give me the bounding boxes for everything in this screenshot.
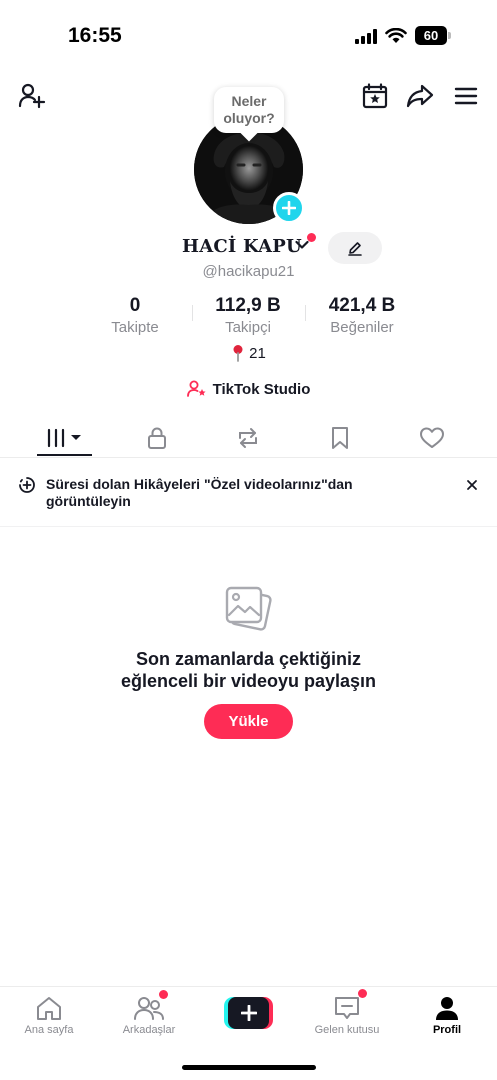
close-icon[interactable]: [465, 478, 479, 492]
nav-profile[interactable]: Profil: [402, 987, 492, 1047]
following-label: Takipte: [111, 319, 159, 336]
empty-title-line-1: Son zamanlarda çektiğiniz: [135, 649, 362, 669]
battery-level: 60: [415, 26, 447, 45]
likes-label: Beğeniler: [330, 319, 394, 336]
inbox-notification-dot: [358, 989, 367, 998]
wifi-icon: [385, 27, 407, 43]
home-icon: [37, 997, 61, 1020]
nav-inbox-label: Gelen kutusu: [314, 1024, 380, 1036]
tab-liked[interactable]: [402, 418, 462, 458]
banner-text: Süresi dolan Hikâyeleri "Özel videoların…: [46, 476, 353, 509]
grid-icon: [47, 428, 81, 448]
repost-icon: [239, 428, 257, 448]
create-button[interactable]: [224, 997, 273, 1029]
profile-name[interactable]: HACİ KAPU: [182, 236, 302, 257]
location-text: 21: [249, 344, 266, 362]
person-plus-icon: [18, 83, 46, 109]
name-row: HACİ KAPU: [0, 233, 497, 260]
bookmark-icon: [332, 427, 348, 449]
tab-reposts[interactable]: [218, 418, 278, 458]
nav-profile-label: Profil: [432, 1024, 462, 1036]
stat-divider: [192, 305, 193, 321]
plus-icon: [240, 1005, 257, 1021]
calendar-button[interactable]: [360, 82, 390, 110]
status-time: 16:55: [68, 24, 122, 47]
edit-profile-button[interactable]: [328, 232, 382, 264]
expired-stories-banner[interactable]: Süresi dolan Hikâyeleri "Özel videoların…: [0, 458, 497, 527]
nav-home-label: Ana sayfa: [24, 1024, 74, 1036]
followers-stat[interactable]: 112,9 B Takipçi: [203, 295, 293, 336]
likes-count: 421,4 B: [328, 295, 396, 316]
nav-friends[interactable]: Arkadaşlar: [104, 987, 194, 1047]
story-add-icon: [19, 477, 35, 493]
photos-icon: [225, 586, 272, 631]
nav-inbox[interactable]: Gelen kutusu: [302, 987, 392, 1047]
nav-friends-label: Arkadaşlar: [122, 1024, 176, 1036]
following-count: 0: [129, 295, 141, 316]
friends-notification-dot: [159, 990, 168, 999]
location-info: 21: [0, 344, 497, 362]
followers-count: 112,9 B: [215, 295, 281, 316]
tiktok-studio-label: TikTok Studio: [212, 380, 311, 398]
status-bar: 16:55 60: [0, 0, 497, 70]
following-stat[interactable]: 0 Takipte: [95, 295, 175, 336]
likes-stat[interactable]: 421,4 B Beğeniler: [317, 295, 407, 336]
add-story-button[interactable]: [273, 192, 305, 224]
share-arrow-icon: [406, 84, 434, 108]
tiktok-studio-link[interactable]: TikTok Studio: [0, 380, 497, 398]
nav-home[interactable]: Ana sayfa: [4, 987, 94, 1047]
menu-button[interactable]: [451, 82, 481, 110]
pencil-icon: [348, 242, 362, 256]
username: @hacikapu21: [202, 263, 295, 280]
lock-icon: [148, 427, 166, 449]
status-icons: 60: [355, 26, 451, 45]
home-indicator: [182, 1065, 316, 1070]
upload-button[interactable]: Yükle: [204, 704, 293, 739]
calendar-star-icon: [362, 83, 388, 109]
empty-state-title: Son zamanlarda çektiğiniz eğlenceli bir …: [0, 648, 497, 692]
profile-tabs: [0, 418, 497, 458]
hamburger-menu-icon: [454, 87, 478, 105]
notification-dot: [307, 233, 316, 242]
tab-saved[interactable]: [310, 418, 370, 458]
active-tab-indicator: [37, 454, 92, 456]
profile-stats: 0 Takipte 112,9 B Takipçi 421,4 B Beğeni…: [0, 295, 497, 340]
inbox-icon: [335, 997, 359, 1019]
battery-icon: 60: [415, 26, 451, 45]
followers-label: Takipçi: [225, 319, 271, 336]
profile-icon: [436, 997, 458, 1020]
empty-title-line-2: eğlenceli bir videoyu paylaşın: [120, 671, 377, 691]
whats-new-tooltip[interactable]: Neler oluyor?: [214, 87, 284, 133]
stat-divider: [305, 305, 306, 321]
tab-private[interactable]: [127, 418, 187, 458]
cellular-signal-icon: [355, 28, 377, 44]
person-star-icon: [186, 380, 206, 397]
share-profile-button[interactable]: [405, 82, 435, 110]
pushpin-icon: [233, 345, 243, 362]
friends-icon: [134, 997, 164, 1020]
plus-icon: [282, 201, 296, 215]
chevron-down-icon[interactable]: [295, 240, 309, 250]
tab-videos[interactable]: [35, 418, 95, 458]
add-friend-button[interactable]: [17, 82, 47, 110]
heart-icon: [420, 427, 444, 448]
